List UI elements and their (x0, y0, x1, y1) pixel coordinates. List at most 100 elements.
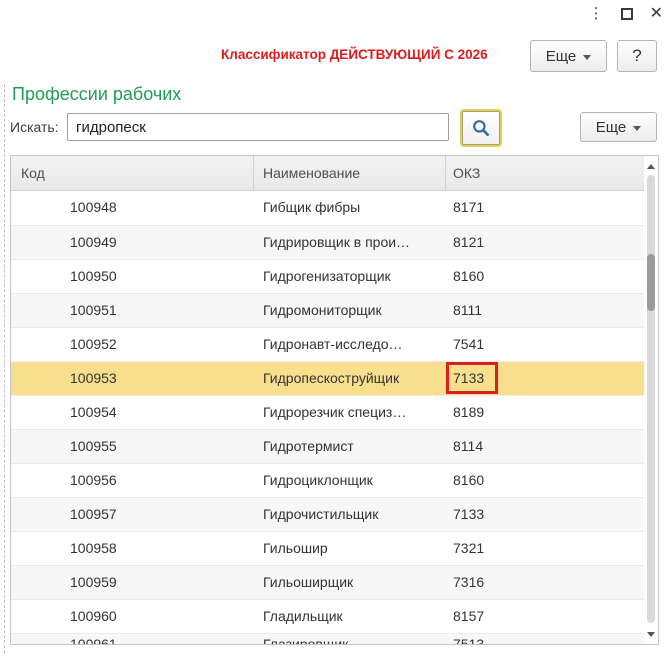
table-row[interactable]: 100954 Гидрорезчик специз… 8189 (11, 395, 644, 429)
more-button-list[interactable]: Еще (580, 112, 657, 142)
column-header-name[interactable]: Наименование (254, 156, 446, 190)
scrollbar-thumb[interactable] (647, 254, 655, 311)
column-header-code[interactable]: Код (11, 156, 254, 190)
table-row[interactable]: 100949 Гидрировщик в прои… 8121 (11, 225, 644, 259)
table-row[interactable]: 100948 Гибщик фибры 8171 (11, 191, 644, 225)
okz-value: 8111 (453, 302, 483, 318)
search-button[interactable] (460, 109, 502, 147)
cell-code: 100958 (70, 540, 117, 556)
okz-value: 8160 (453, 472, 485, 488)
cell-name: Гладильщик (263, 608, 343, 624)
cell-okz: 7541 (446, 328, 644, 361)
cell-code: 100955 (70, 438, 117, 454)
cell-name: Глазировщик (263, 636, 349, 645)
cell-name: Гидрировщик в прои… (263, 234, 411, 250)
scrollbar-track[interactable] (647, 175, 655, 623)
maximize-icon[interactable] (620, 8, 633, 20)
table-row[interactable]: 100955 Гидротермист 8114 (11, 429, 644, 463)
cell-name: Гидрорезчик специз… (263, 404, 407, 420)
cell-okz: 8171 (446, 191, 644, 225)
cell-okz: 7321 (446, 532, 644, 565)
okz-value: 8189 (453, 404, 485, 420)
cell-okz: 8189 (446, 396, 644, 429)
cell-code: 100953 (70, 370, 117, 386)
page-title: Профессии рабочих (12, 84, 182, 104)
okz-highlight-box: 7133 (446, 362, 499, 394)
cell-code: 100957 (70, 506, 117, 522)
okz-value: 7513 (453, 636, 485, 645)
cell-name: Гидрогенизаторщик (263, 268, 391, 284)
okz-value: 8171 (453, 199, 485, 215)
cell-code: 100949 (70, 234, 117, 250)
scroll-up-icon[interactable] (644, 159, 658, 173)
search-icon (473, 120, 489, 136)
cell-code: 100954 (70, 404, 117, 420)
table-row[interactable]: 100957 Гидрочистильщик 7133 (11, 497, 644, 531)
cell-okz: 8160 (446, 260, 644, 293)
window-controls: ⋮ ✕ (589, 5, 663, 23)
cell-name: Гидромониторщик (263, 302, 382, 318)
cell-okz: 8121 (446, 226, 644, 259)
help-button[interactable]: ? (617, 40, 657, 72)
table-header: Код Наименование ОКЗ (11, 156, 644, 191)
cell-name: Гильошир (263, 540, 328, 556)
okz-value: 8157 (453, 608, 485, 624)
cell-code: 100960 (70, 608, 117, 624)
cell-code: 100948 (70, 199, 117, 215)
cell-code: 100950 (70, 268, 117, 284)
cell-okz: 8157 (446, 600, 644, 633)
cell-name: Гидротермист (263, 438, 354, 454)
cell-code: 100959 (70, 574, 117, 590)
table-row[interactable]: 100956 Гидроциклонщик 8160 (11, 463, 644, 497)
table-row-selected[interactable]: 100953 Гидропескоструйщик 7133 (11, 361, 644, 395)
cell-okz: 8111 (446, 294, 644, 327)
more-button-top[interactable]: Еще (530, 40, 607, 72)
table-row[interactable]: 100958 Гильошир 7321 (11, 531, 644, 565)
table-row[interactable]: 100951 Гидромониторщик 8111 (11, 293, 644, 327)
table-body: 100948 Гибщик фибры 8171 100949 Гидриров… (11, 191, 644, 645)
cell-okz: 7513 (446, 634, 644, 645)
okz-value: 7316 (453, 574, 485, 590)
more-list-label: Еще (595, 118, 627, 136)
chevron-down-icon (583, 54, 592, 60)
okz-value: 7133 (453, 506, 485, 522)
table-row[interactable]: 100959 Гильоширщик 7316 (11, 565, 644, 599)
okz-value: 7541 (453, 336, 485, 352)
professions-table: Код Наименование ОКЗ 100948 Гибщик фибры… (10, 155, 659, 645)
search-input[interactable] (67, 113, 449, 141)
okz-value: 7321 (453, 540, 485, 556)
close-icon[interactable]: ✕ (650, 5, 663, 23)
cell-name: Гидроциклонщик (263, 472, 373, 488)
cell-name: Гидропескоструйщик (263, 370, 400, 386)
cell-code: 100956 (70, 472, 117, 488)
cell-code: 100951 (70, 302, 117, 318)
scroll-down-icon[interactable] (644, 627, 658, 641)
cell-name: Гидронавт-исследо… (263, 336, 403, 352)
cell-code: 100952 (70, 336, 117, 352)
cell-okz: 7133 (446, 362, 644, 395)
okz-value: 8114 (453, 438, 484, 454)
table-row-partial[interactable]: 100961 Глазировщик 7513 (11, 633, 644, 645)
cell-name: Гидрочистильщик (263, 506, 379, 522)
form-left-dashed-border (4, 84, 5, 653)
okz-value: 8121 (453, 234, 485, 250)
classifier-window: ⋮ ✕ Классификатор ДЕЙСТВУЮЩИЙ С 2026 Еще… (0, 0, 671, 657)
chevron-down-icon (633, 125, 642, 131)
cell-name: Гибщик фибры (263, 199, 361, 215)
more-button-label: Еще (545, 47, 577, 65)
column-header-okz[interactable]: ОКЗ (446, 156, 644, 190)
table-row[interactable]: 100952 Гидронавт-исследо… 7541 (11, 327, 644, 361)
cell-code: 100961 (70, 636, 117, 645)
cell-okz: 8114 (446, 430, 644, 463)
table-row[interactable]: 100950 Гидрогенизаторщик 8160 (11, 259, 644, 293)
cell-okz: 7133 (446, 498, 644, 531)
cell-okz: 8160 (446, 464, 644, 497)
cell-name: Гильоширщик (263, 574, 354, 590)
classifier-status-title: Классификатор ДЕЙСТВУЮЩИЙ С 2026 (221, 47, 488, 62)
table-row[interactable]: 100960 Гладильщик 8157 (11, 599, 644, 633)
okz-value: 8160 (453, 268, 485, 284)
window-menu-icon[interactable]: ⋮ (589, 5, 604, 23)
cell-okz: 7316 (446, 566, 644, 599)
form-command-bar: Еще ? (530, 40, 657, 72)
search-label: Искать: (10, 119, 59, 135)
